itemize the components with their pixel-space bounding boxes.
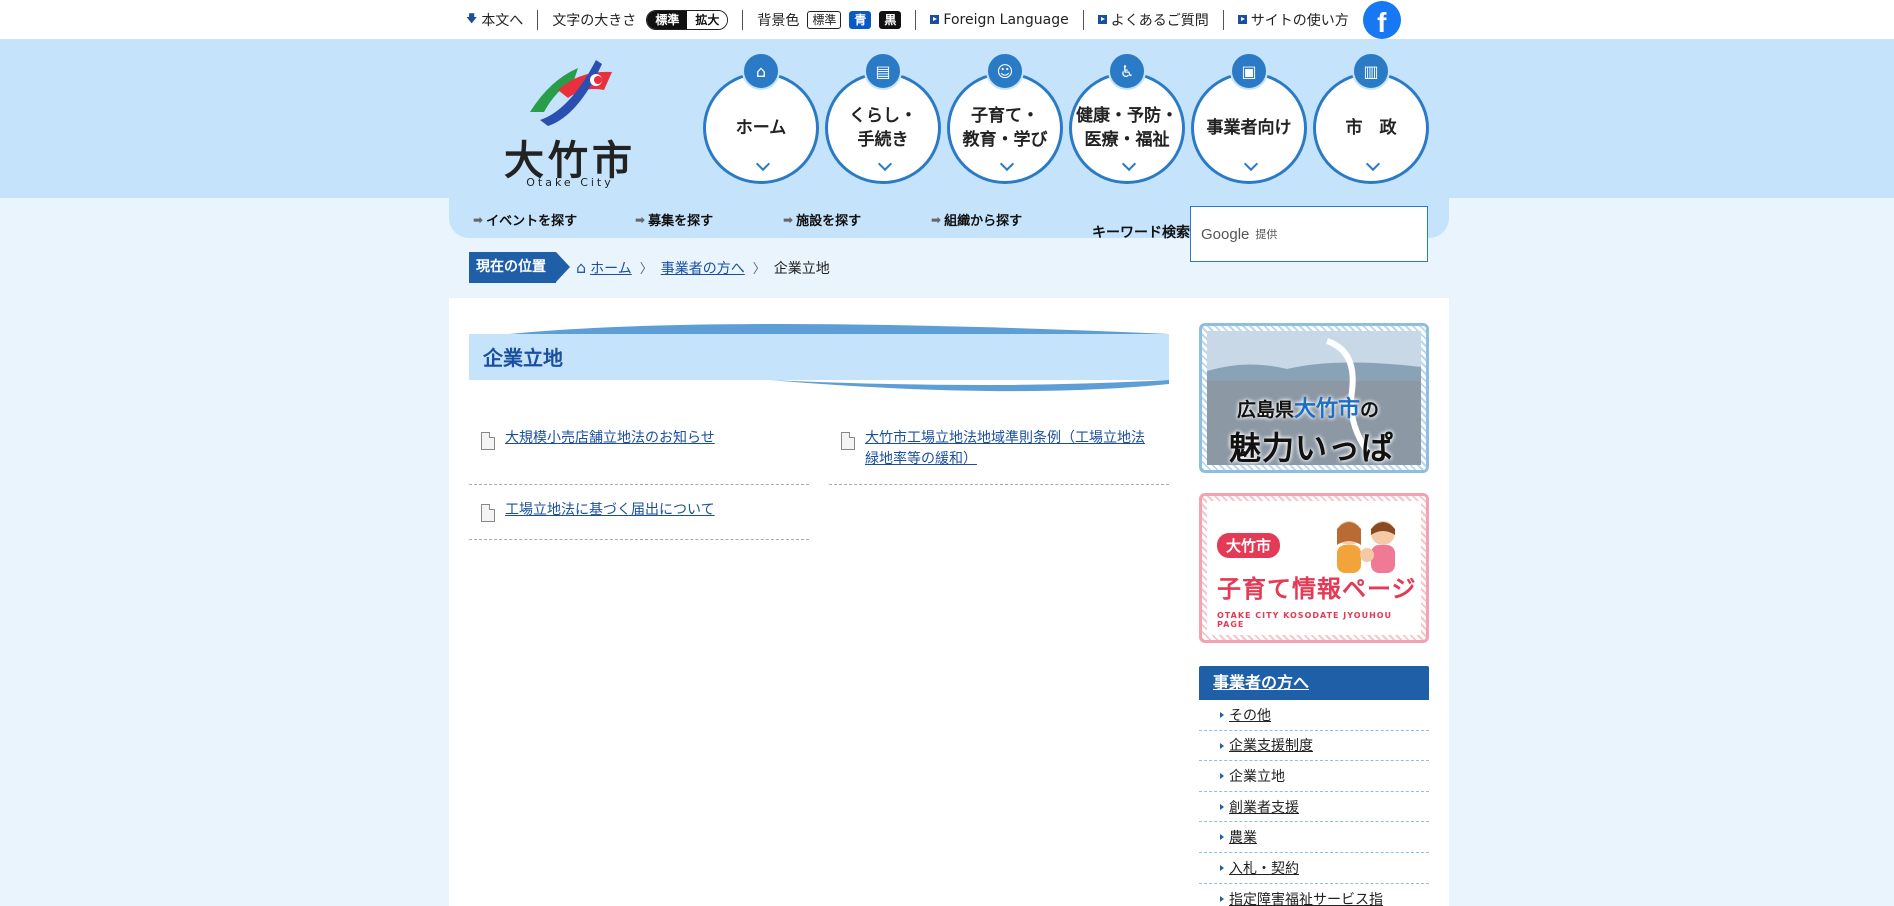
gnav-living[interactable]: くらし・ 手続き ▤ <box>825 52 941 184</box>
bg-blue-button[interactable]: 青 <box>849 10 872 29</box>
site-logo[interactable]: 大竹市 Otake City <box>500 50 640 190</box>
chevron-right-icon: 〉 <box>752 262 766 277</box>
find-recruitment-link[interactable]: ➡ 募集を探す <box>635 210 713 230</box>
side-nav-item[interactable]: 企業支援制度 <box>1199 731 1429 762</box>
gnav-business[interactable]: 事業者向け ▣ <box>1191 52 1307 184</box>
search-input[interactable]: Google 提供 <box>1190 206 1428 262</box>
font-size-large-button[interactable]: 拡大 <box>687 10 728 29</box>
city-emblem-icon <box>530 60 612 126</box>
childcare-info-banner[interactable]: 大竹市 子育て情報ページ OTAKE CITY KOSODATE JYOUHOU… <box>1199 493 1429 643</box>
site-usage-link[interactable]: サイトの使い方 <box>1237 10 1349 30</box>
breadcrumb-parent-link[interactable]: 事業者の方へ <box>661 258 745 278</box>
utility-bar: 🡇 本文へ 文字の大きさ 標準 拡大 背景色 標準 青 黒 Foreign La… <box>0 0 1894 39</box>
facebook-icon[interactable]: f <box>1362 0 1401 39</box>
find-events-link[interactable]: ➡ イベントを探す <box>473 210 577 230</box>
arrow-right-icon: ➡ <box>635 212 646 227</box>
arrow-right-icon: ➡ <box>473 212 484 227</box>
divider <box>1222 9 1224 30</box>
list-item: 工場立地法に基づく届出について <box>469 490 809 540</box>
chevron-down-icon <box>877 156 893 172</box>
side-nav: 事業者の方へ その他 企業支援制度 企業立地 創業者支援 農業 入札・契約 指定… <box>1199 666 1429 906</box>
divider <box>1082 9 1084 30</box>
briefcase-icon: ▣ <box>1230 52 1268 90</box>
arrow-right-icon: ➡ <box>931 212 942 227</box>
document-icon <box>481 504 495 522</box>
arrow-right-icon <box>930 15 940 24</box>
gnav-childcare[interactable]: 子育て・ 教育・学び ☺ <box>947 52 1063 184</box>
chevron-down-icon <box>1243 156 1259 172</box>
building-icon: ▥ <box>1352 52 1390 90</box>
skip-to-content-link[interactable]: 🡇 本文へ <box>466 10 523 30</box>
gnav-city-admin[interactable]: 市 政 ▥ <box>1313 52 1429 184</box>
family-illustration <box>1337 521 1395 573</box>
divider <box>537 9 539 30</box>
side-nav-item-current[interactable]: 企業立地 <box>1199 761 1429 792</box>
gnav-health[interactable]: 健康・予防・ 医療・福祉 ♿ <box>1069 52 1185 184</box>
city-appeal-banner[interactable]: 広島県大竹市の 魅力いっぱい <box>1199 323 1429 473</box>
breadcrumb-current: 企業立地 <box>773 260 830 277</box>
home-icon: ⌂ <box>742 52 780 90</box>
chevron-down-icon <box>1365 156 1381 172</box>
page-title: 企業立地 <box>483 346 563 370</box>
wheelchair-icon: ♿ <box>1108 52 1146 90</box>
breadcrumb: 現在の位置 ⌂ ホーム 〉 事業者の方へ 〉 企業立地 <box>469 252 830 283</box>
font-size-toggle: 標準 拡大 <box>646 9 729 30</box>
home-icon: ⌂ <box>576 258 587 277</box>
chevron-down-icon <box>755 156 771 172</box>
breadcrumb-label: 現在の位置 <box>469 252 570 283</box>
arrow-right-icon: ➡ <box>783 212 794 227</box>
gnav-home[interactable]: ホーム ⌂ <box>703 52 819 184</box>
bg-black-button[interactable]: 黒 <box>879 10 902 29</box>
breadcrumb-home-link[interactable]: ホーム <box>590 258 632 278</box>
google-logo: Google <box>1201 225 1250 243</box>
find-facilities-link[interactable]: ➡ 施設を探す <box>783 210 861 230</box>
global-nav: ホーム ⌂ くらし・ 手続き ▤ 子育て・ 教育・学び ☺ 健康・予防・ 医療・… <box>703 52 1429 184</box>
list-item: 大規模小売店舗立地法のお知らせ <box>469 418 809 485</box>
chevron-right-icon: 〉 <box>639 262 653 277</box>
side-nav-heading[interactable]: 事業者の方へ <box>1199 666 1429 700</box>
arrow-down-icon: 🡇 <box>466 12 478 25</box>
foreign-language-link[interactable]: Foreign Language <box>930 12 1069 28</box>
side-nav-item[interactable]: その他 <box>1199 700 1429 731</box>
side-nav-item[interactable]: 創業者支援 <box>1199 792 1429 823</box>
document-link[interactable]: 大竹市工場立地法地域準則条例（工場立地法緑地率等の緩和） <box>865 428 1157 470</box>
document-link[interactable]: 大規模小売店舗立地法のお知らせ <box>505 428 715 449</box>
arrow-right-icon <box>1097 15 1107 24</box>
keyword-search-label: キーワード検索 <box>1092 225 1190 241</box>
side-nav-item[interactable]: 入札・契約 <box>1199 853 1429 884</box>
search-provided-label: 提供 <box>1255 228 1278 241</box>
side-nav-item[interactable]: 指定障害福祉サービス指 <box>1199 884 1429 906</box>
page-title-block: 企業立地 <box>469 320 1169 395</box>
faq-link[interactable]: よくあるご質問 <box>1097 10 1209 30</box>
find-by-organization-link[interactable]: ➡ 組織から探す <box>931 210 1022 230</box>
divider <box>915 9 917 30</box>
list-item: 大竹市工場立地法地域準則条例（工場立地法緑地率等の緩和） <box>829 418 1169 485</box>
chevron-down-icon <box>999 156 1015 172</box>
site-logo-sub: Otake City <box>526 176 614 189</box>
chevron-down-icon <box>1121 156 1137 172</box>
document-icon <box>841 432 855 450</box>
child-icon: ☺ <box>986 52 1024 90</box>
bg-color-control: 背景色 標準 青 黒 <box>757 10 902 30</box>
arrow-right-icon <box>1237 15 1247 24</box>
divider <box>742 9 744 30</box>
main-content: 企業立地 大規模小売店舗立地法のお知らせ 大竹市工場立地法地域準則条例（工場立地… <box>449 298 1449 906</box>
document-link[interactable]: 工場立地法に基づく届出について <box>505 500 715 521</box>
document-icon <box>481 432 495 450</box>
document-icon: ▤ <box>864 52 902 90</box>
bg-standard-button[interactable]: 標準 <box>807 10 842 29</box>
font-size-control: 文字の大きさ 標準 拡大 <box>552 9 729 30</box>
font-size-standard-button[interactable]: 標準 <box>647 10 688 29</box>
side-nav-item[interactable]: 農業 <box>1199 822 1429 853</box>
